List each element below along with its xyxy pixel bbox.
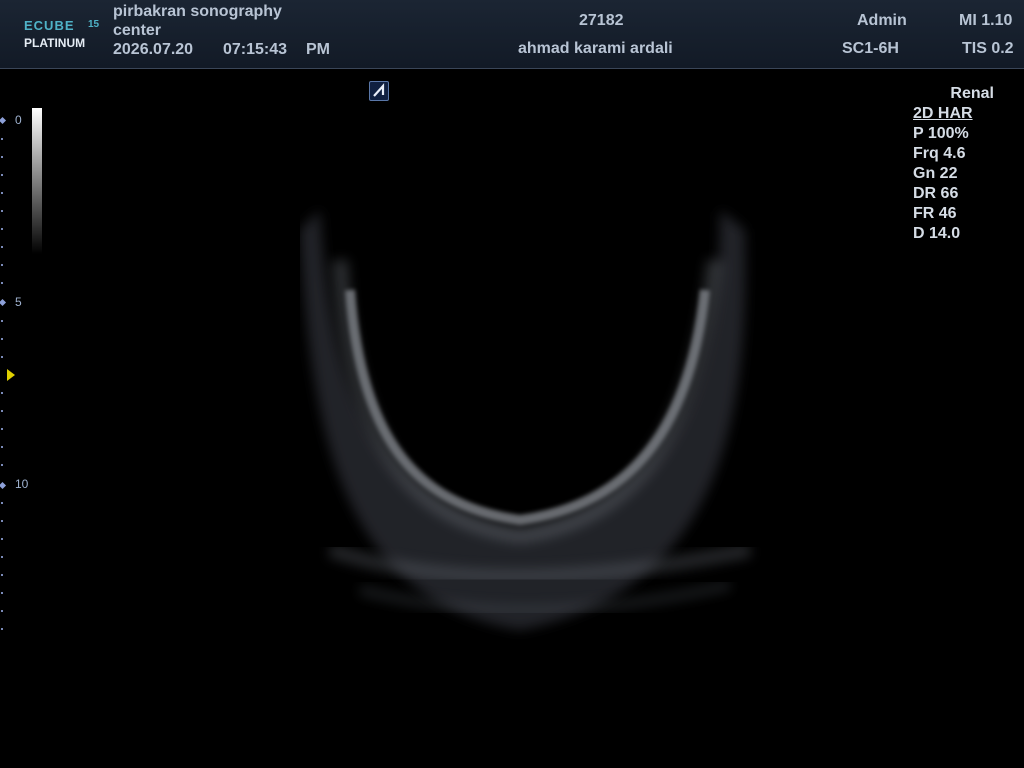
exam-time: 07:15:43: [223, 41, 288, 58]
patient-id: 27182: [579, 12, 624, 29]
depth-tick: [1, 138, 3, 140]
depth-tick: [1, 156, 3, 158]
ecube-logo: ECUBE 15 PLATINUM: [24, 18, 104, 52]
frequency-value: Frq 4.6: [913, 145, 966, 162]
header-bar: ECUBE 15 PLATINUM pirbakran sonography c…: [0, 0, 1024, 69]
institution-name-line2: center: [113, 22, 162, 39]
depth-scale: 0 5 10: [0, 110, 30, 640]
depth-tick: [1, 228, 3, 230]
depth-tick-major: [0, 298, 7, 307]
patient-name: ahmad karami ardali: [518, 40, 673, 57]
ultrasound-image[interactable]: [300, 170, 780, 650]
depth-label-10: 10: [15, 477, 29, 491]
probe-orientation-icon: [369, 81, 389, 101]
logo-model-number: 15: [88, 19, 100, 30]
depth-tick: [1, 210, 3, 212]
power-value: P 100%: [913, 125, 969, 142]
depth-tick: [1, 192, 3, 194]
depth-tick: [1, 392, 3, 394]
depth-tick: [1, 338, 3, 340]
mechanical-index: MI 1.10: [959, 12, 1013, 29]
depth-tick: [1, 174, 3, 176]
depth-label-5: 5: [15, 295, 22, 309]
depth-tick: [1, 446, 3, 448]
exam-date: 2026.07.20: [113, 41, 194, 58]
depth-tick-major: [0, 116, 7, 125]
imaging-parameters-panel: Renal 2D HAR P 100% Frq 4.6 Gn 22 DR 66 …: [913, 84, 1013, 244]
thermal-index: TIS 0.2: [962, 40, 1014, 57]
exam-preset: Renal: [950, 85, 994, 102]
depth-tick: [1, 556, 3, 558]
depth-value: D 14.0: [913, 225, 961, 242]
depth-tick: [1, 282, 3, 284]
depth-tick: [1, 464, 3, 466]
focus-marker-icon[interactable]: [7, 369, 15, 381]
probe-name: SC1-6H: [842, 40, 899, 57]
depth-tick: [1, 246, 3, 248]
imaging-mode: 2D HAR: [913, 105, 973, 122]
depth-tick: [1, 502, 3, 504]
depth-tick: [1, 356, 3, 358]
depth-tick: [1, 410, 3, 412]
dynamic-range-value: DR 66: [913, 185, 959, 202]
depth-tick: [1, 574, 3, 576]
depth-tick: [1, 320, 3, 322]
depth-tick: [1, 610, 3, 612]
exam-ampm: PM: [306, 41, 330, 58]
operator-name: Admin: [857, 12, 907, 29]
logo-platinum-text: PLATINUM: [24, 36, 86, 50]
institution-name-line1: pirbakran sonography: [113, 3, 282, 20]
frame-rate-value: FR 46: [913, 205, 957, 222]
depth-tick: [1, 628, 3, 630]
gain-value: Gn 22: [913, 165, 958, 182]
depth-tick-major: [0, 481, 7, 490]
depth-label-0: 0: [15, 113, 22, 127]
depth-tick: [1, 592, 3, 594]
depth-tick: [1, 264, 3, 266]
depth-tick: [1, 428, 3, 430]
depth-tick: [1, 538, 3, 540]
grayscale-map-bar: [32, 108, 42, 254]
depth-tick: [1, 520, 3, 522]
logo-ecube-text: ECUBE: [24, 18, 75, 33]
